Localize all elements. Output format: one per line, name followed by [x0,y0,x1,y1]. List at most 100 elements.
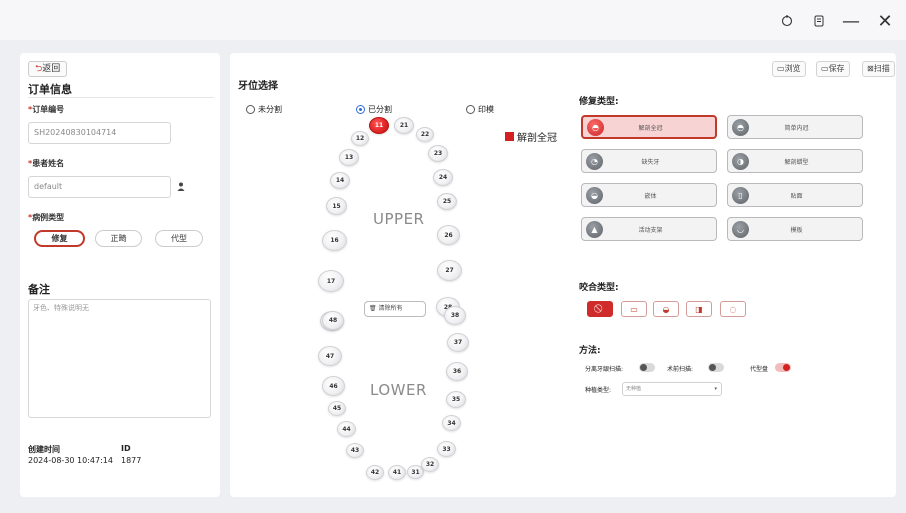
tooth-12[interactable]: 12 [351,131,369,146]
implant-type-select[interactable]: 无种植 ▾ [622,382,722,396]
browse-button[interactable]: ▭浏览 [772,61,806,77]
patient-name-label: *患者姓名 [28,159,65,168]
trash-icon: 🗑 [369,305,377,312]
legend-swatch [505,132,514,141]
person-icon[interactable] [177,182,185,194]
tooth-24[interactable]: 24 [433,169,453,186]
tooth-14[interactable]: 14 [330,172,350,189]
frame-icon: ▲ [586,220,603,238]
upper-label: UPPER [373,210,425,228]
tooth-45[interactable]: 45 [328,401,346,416]
tooth-11[interactable]: 11 [369,117,389,134]
inlay-icon: ◒ [586,186,603,204]
clear-all-button[interactable]: 🗑 清除所有 [364,301,426,317]
tooth-34[interactable]: 34 [442,415,461,431]
radio-segmented[interactable]: 已分割 [356,104,392,115]
tooth-38[interactable]: 38 [444,306,466,325]
refresh-icon[interactable] [776,10,798,32]
back-button[interactable]: ⮌返回 [28,61,68,77]
tooth-select-title: 牙位选择 [238,81,278,92]
die-tray-toggle[interactable] [775,363,791,372]
back-label: 返回 [42,64,61,74]
chevron-down-icon: ▾ [714,386,717,392]
save-icon: ▭ [821,64,829,73]
restoration-title: 修复类型: [579,97,619,107]
tooth-32[interactable]: 32 [421,457,439,472]
occlusion-antagonist-icon[interactable]: ◨ [686,301,712,317]
case-type-ortho[interactable]: 正畸 [95,230,142,247]
restoration-removable-frame[interactable]: ▲ 活动支架 [581,217,717,241]
scan-button[interactable]: ⊠扫描 [862,61,895,77]
tooth-27[interactable]: 27 [437,260,462,281]
occlusion-none-icon[interactable]: ⃠ [587,301,613,317]
tooth-37[interactable]: 37 [447,333,469,352]
tooth-25[interactable]: 25 [437,193,457,210]
tooth-13[interactable]: 13 [339,149,359,166]
veneer-icon: ▯ [732,186,749,204]
restoration-veneer[interactable]: ▯ 贴面 [727,183,863,207]
case-type-restoration[interactable]: 修复 [34,230,85,247]
tooth-43[interactable]: 43 [346,443,364,458]
occlusion-title: 咬合类型: [579,283,619,293]
browse-icon: ▭ [777,64,785,73]
order-info-panel: ⮌返回 订单信息 *订单编号 SH20240830104714 *患者姓名 de… [20,53,220,497]
patient-name-field[interactable]: default [28,176,171,198]
divider [28,97,214,98]
tooth-44[interactable]: 44 [337,421,356,437]
tooth-22[interactable]: 22 [416,127,434,142]
implant-type-label: 种植类型: [585,387,612,394]
scan-icon: ⊠ [867,64,874,73]
tooth-15[interactable]: 15 [326,197,347,215]
preop-scan-label: 术前扫描: [667,366,694,373]
method-title: 方法: [579,346,601,356]
notes-title: 备注 [28,283,50,296]
lower-label: LOWER [370,381,427,399]
restoration-missing-tooth[interactable]: ◔ 缺失牙 [581,149,717,173]
legend: 解剖全冠 [505,129,557,144]
separate-scan-toggle[interactable] [639,363,655,372]
id-value: 1877 [121,456,142,465]
missing-tooth-icon: ◔ [586,152,603,170]
case-type-die[interactable]: 代型 [155,230,203,247]
tooth-47[interactable]: 47 [318,346,342,366]
occlusion-jaw-icon[interactable]: ◒ [653,301,679,317]
tooth-42[interactable]: 42 [366,465,384,480]
restoration-simple-coping[interactable]: ◓ 简单内冠 [727,115,863,139]
separate-scan-label: 分离牙龈扫描: [585,366,624,373]
tooth-36[interactable]: 36 [446,362,468,381]
tooth-26[interactable]: 26 [437,225,460,245]
tooth-48[interactable]: 48 [322,311,344,330]
restoration-template[interactable]: ◡ 模板 [727,217,863,241]
close-button[interactable]: ✕ [874,10,896,32]
tooth-17[interactable]: 17 [318,270,344,292]
occlusion-arch-icon[interactable]: ◌ [720,301,746,317]
coping-icon: ◓ [732,118,749,136]
restoration-wax-up[interactable]: ◑ 解剖蜡型 [727,149,863,173]
crown-icon: ◓ [587,118,604,136]
minimize-button[interactable]: — [840,10,862,32]
template-icon: ◡ [732,220,749,238]
tooth-21[interactable]: 21 [394,117,414,134]
radio-unsegmented[interactable]: 未分割 [246,104,282,115]
save-button[interactable]: ▭保存 [816,61,850,77]
tooth-41[interactable]: 41 [388,465,406,480]
main-panel: ▭浏览 ▭保存 ⊠扫描 牙位选择 未分割 已分割 印模 解剖全冠 1817161… [230,53,896,497]
occlusion-bite-icon[interactable]: ▭ [621,301,647,317]
order-no-label: *订单编号 [28,105,65,114]
tooth-16[interactable]: 16 [322,230,347,251]
preop-scan-toggle[interactable] [708,363,724,372]
tooth-46[interactable]: 46 [322,376,345,396]
restoration-anatomic-crown[interactable]: ◓ 解剖全冠 [581,115,717,139]
tooth-33[interactable]: 33 [437,441,456,457]
created-value: 2024-08-30 10:47:14 [28,456,113,465]
order-no-field[interactable]: SH20240830104714 [28,122,171,144]
restoration-inlay[interactable]: ◒ 嵌体 [581,183,717,207]
tooth-35[interactable]: 35 [446,391,466,408]
document-icon[interactable] [808,10,830,32]
id-label: ID [121,444,131,453]
notes-input[interactable]: 牙色、特殊说明无 [28,299,211,418]
radio-impression[interactable]: 印模 [466,104,494,115]
created-label: 创建时间 [28,445,60,454]
tooth-23[interactable]: 23 [428,145,448,162]
order-info-title: 订单信息 [28,83,72,96]
